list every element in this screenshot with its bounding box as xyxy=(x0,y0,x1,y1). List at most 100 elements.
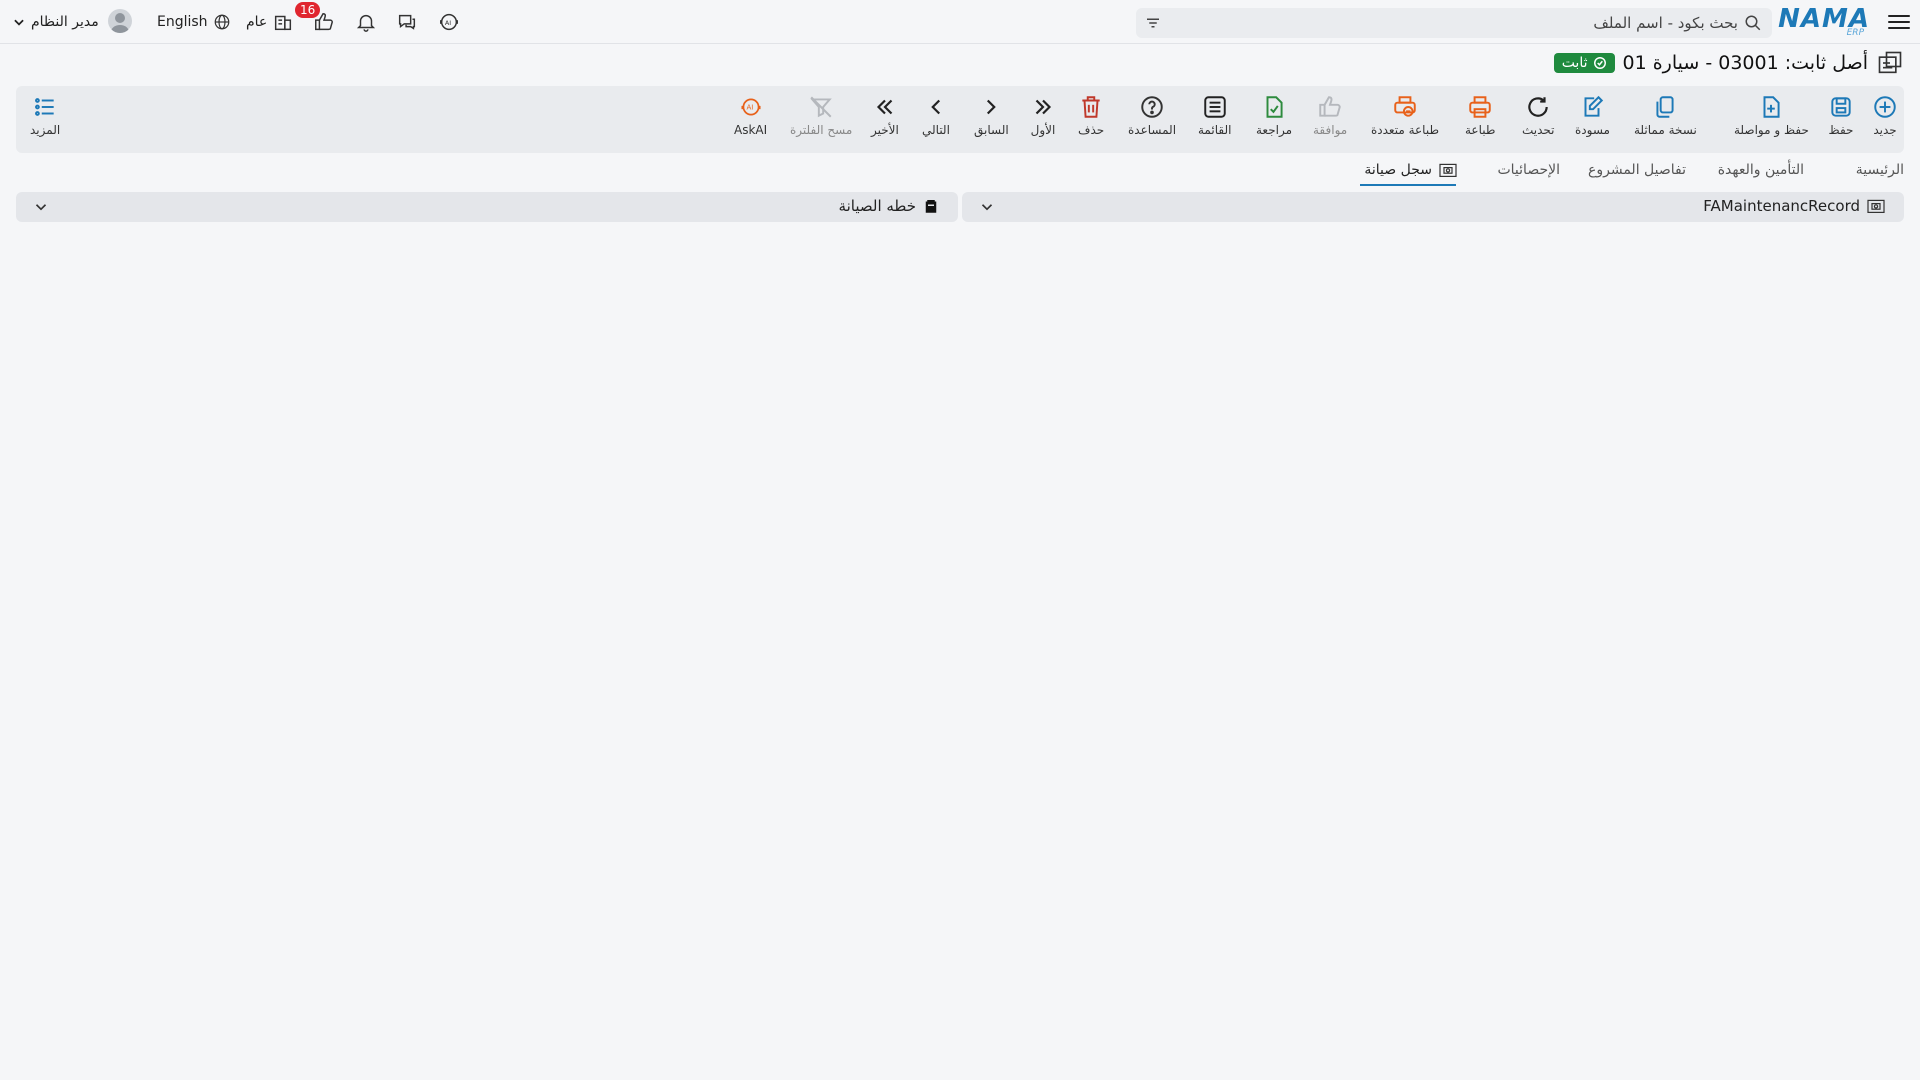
save-icon xyxy=(1831,97,1851,117)
user-menu[interactable]: مدير النظام xyxy=(12,9,99,35)
page-title-row: أصل ثابت: 03001 - سيارة 01 ثابت xyxy=(1553,49,1904,77)
tab-bar: الرئيسية التأمين والعهدة تفاصيل المشروع … xyxy=(1304,158,1904,188)
messages-button[interactable] xyxy=(396,9,418,35)
active-tab-indicator xyxy=(1360,184,1456,186)
printer-icon xyxy=(1469,96,1491,118)
status-badge: ثابت xyxy=(1553,53,1615,73)
save-continue-button[interactable]: حفظ و مواصلة xyxy=(1734,94,1809,137)
panel-header: خطه الصيانة xyxy=(839,197,940,215)
multi-print-button[interactable]: طباعة متعددة xyxy=(1371,94,1439,137)
tab-maintenance-record[interactable]: سجل صيانة xyxy=(1364,162,1458,178)
notification-badge: 16 xyxy=(295,2,321,18)
asset-record-icon xyxy=(1439,163,1457,177)
new-button[interactable]: جديد xyxy=(1872,94,1898,137)
ai-assistant-button[interactable]: AI xyxy=(438,9,460,35)
status-label: ثابت xyxy=(1561,55,1588,71)
chevrons-right-icon xyxy=(1035,99,1052,115)
globe-icon xyxy=(214,14,229,30)
multi-print-label: طباعة متعددة xyxy=(1371,123,1440,137)
panel-title: FAMaintenancRecord xyxy=(1703,197,1860,215)
first-record-button[interactable]: الأول xyxy=(1030,94,1056,137)
maintenance-record-panel[interactable]: FAMaintenancRecord xyxy=(962,192,1904,222)
branch-selector[interactable]: عام xyxy=(246,9,294,35)
multi-printer-icon xyxy=(1394,96,1416,117)
delete-label: حذف xyxy=(1078,123,1105,137)
panel-title: خطه الصيانة xyxy=(838,197,916,215)
duplicate-button[interactable]: نسخة مماثلة xyxy=(1634,94,1697,137)
panel-header: FAMaintenancRecord xyxy=(1703,197,1886,215)
more-label: المزيد xyxy=(30,123,61,137)
notifications-button[interactable] xyxy=(355,9,377,35)
delete-button[interactable]: حذف xyxy=(1078,94,1104,137)
refresh-button[interactable]: تحديث xyxy=(1522,94,1555,137)
chevrons-left-icon xyxy=(876,99,893,115)
draft-button[interactable]: مسودة xyxy=(1575,94,1610,137)
draft-label: مسودة xyxy=(1575,123,1610,137)
menu-icon[interactable] xyxy=(1888,11,1910,33)
trash-icon xyxy=(1082,96,1100,118)
askai-label: AskAI xyxy=(734,123,768,137)
chevron-down-icon xyxy=(14,19,24,26)
save-button[interactable]: حفظ xyxy=(1828,94,1854,137)
copy-icon xyxy=(1656,96,1674,118)
new-label: جديد xyxy=(1873,123,1897,137)
avatar[interactable] xyxy=(108,9,132,33)
language-switcher[interactable]: English xyxy=(157,9,231,35)
user-name: مدير النظام xyxy=(31,14,99,30)
clear-filter-button[interactable]: مسح الفلترة xyxy=(790,94,852,137)
last-record-button[interactable]: الأخير xyxy=(871,94,899,137)
search-input[interactable] xyxy=(1198,8,1738,38)
search-icon[interactable] xyxy=(1744,14,1762,32)
approve-button[interactable]: موافقة xyxy=(1313,94,1347,137)
app-logo[interactable]: NAMA ERP xyxy=(1778,4,1870,38)
review-button[interactable]: مراجعة xyxy=(1256,94,1292,137)
chat-icon xyxy=(398,14,416,30)
help-button[interactable]: المساعدة xyxy=(1128,94,1176,137)
list-button[interactable]: القائمة xyxy=(1198,94,1231,137)
tab-main[interactable]: الرئيسية xyxy=(1856,162,1904,178)
help-icon xyxy=(1141,96,1163,118)
refresh-label: تحديث xyxy=(1522,123,1555,137)
print-button[interactable]: طباعة xyxy=(1465,94,1495,137)
refresh-icon xyxy=(1528,97,1549,117)
more-button[interactable]: المزيد xyxy=(30,94,60,137)
bell-icon xyxy=(356,14,376,32)
asset-record-icon xyxy=(1867,199,1885,213)
maintenance-plan-panel[interactable]: خطه الصيانة xyxy=(16,192,958,222)
logo-subtext: ERP xyxy=(1846,28,1864,38)
tab-insurance-custody[interactable]: التأمين والعهدة xyxy=(1718,162,1804,178)
ai-headset-icon: AI xyxy=(741,98,761,116)
chevron-left-icon xyxy=(931,99,940,115)
askai-button[interactable]: AI AskAI xyxy=(734,94,767,137)
svg-text:AI: AI xyxy=(445,19,451,27)
chevron-right-icon xyxy=(987,99,997,115)
user-icon xyxy=(111,13,129,33)
language-label: English xyxy=(157,14,208,30)
page-title: أصل ثابت: 03001 - سيارة 01 xyxy=(1622,52,1869,74)
chevron-down-icon[interactable] xyxy=(978,198,996,216)
list-label: القائمة xyxy=(1198,123,1232,137)
file-plus-icon xyxy=(1763,96,1780,118)
next-record-button[interactable]: التالي xyxy=(922,94,950,137)
ai-icon: AI xyxy=(440,13,458,31)
more-list-icon xyxy=(35,98,54,116)
tab-project-details[interactable]: تفاصيل المشروع xyxy=(1588,162,1686,178)
top-header: NAMA ERP AI 16 عام English مدير النظام xyxy=(0,0,1920,44)
edit-icon xyxy=(1585,95,1604,117)
svg-text:AI: AI xyxy=(746,103,753,112)
print-label: طباعة xyxy=(1465,123,1496,137)
list-icon xyxy=(1203,96,1226,118)
previous-record-button[interactable]: السابق xyxy=(974,94,1009,137)
save-continue-label: حفظ و مواصلة xyxy=(1734,123,1809,137)
tab-maintenance-label: سجل صيانة xyxy=(1364,162,1432,178)
last-label: الأخير xyxy=(871,123,899,137)
help-label: المساعدة xyxy=(1128,123,1177,137)
plus-circle-icon xyxy=(1874,96,1896,118)
filter-icon[interactable] xyxy=(1144,14,1162,32)
chevron-down-icon[interactable] xyxy=(32,198,50,216)
filter-off-icon xyxy=(810,96,832,118)
clipboard-icon xyxy=(925,200,937,213)
tab-statistics[interactable]: الإحصائيات xyxy=(1497,162,1560,178)
check-circle-icon xyxy=(1593,57,1606,69)
approve-label: موافقة xyxy=(1313,123,1348,137)
